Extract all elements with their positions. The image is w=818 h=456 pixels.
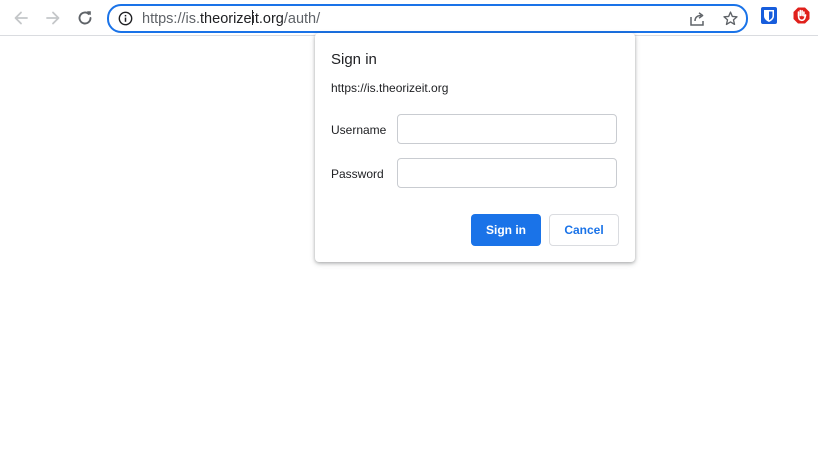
- adblock-extension-icon[interactable]: [793, 7, 810, 24]
- url-host-part1: theorize: [200, 11, 252, 27]
- share-icon[interactable]: [689, 11, 706, 27]
- dialog-origin: https://is.theorizeit.org: [331, 81, 449, 95]
- forward-arrow-icon: [46, 11, 60, 25]
- username-label: Username: [331, 123, 387, 137]
- password-field[interactable]: [397, 158, 617, 188]
- back-button[interactable]: [8, 5, 34, 31]
- back-arrow-icon: [14, 11, 28, 25]
- address-bar[interactable]: https://is.theorizeit.org/auth/: [107, 4, 748, 33]
- browser-toolbar: https://is.theorizeit.org/auth/: [0, 0, 818, 36]
- password-label: Password: [331, 167, 384, 181]
- reload-icon: [78, 11, 92, 25]
- sign-in-button[interactable]: Sign in: [471, 214, 541, 246]
- forward-button[interactable]: [40, 5, 66, 31]
- sign-in-dialog: Sign in https://is.theorizeit.org Userna…: [315, 33, 635, 262]
- reload-button[interactable]: [72, 5, 98, 31]
- bitwarden-extension-icon[interactable]: [761, 7, 777, 24]
- star-icon[interactable]: [722, 10, 739, 27]
- username-field[interactable]: [397, 114, 617, 144]
- cancel-button[interactable]: Cancel: [549, 214, 619, 246]
- info-icon[interactable]: [118, 11, 133, 26]
- url-scheme: https://is.: [142, 11, 201, 27]
- url-text[interactable]: https://is.theorizeit.org/auth/: [142, 10, 320, 27]
- dialog-title: Sign in: [331, 51, 377, 68]
- url-host-part2: it.org: [251, 11, 284, 27]
- url-path: /auth/: [283, 11, 321, 27]
